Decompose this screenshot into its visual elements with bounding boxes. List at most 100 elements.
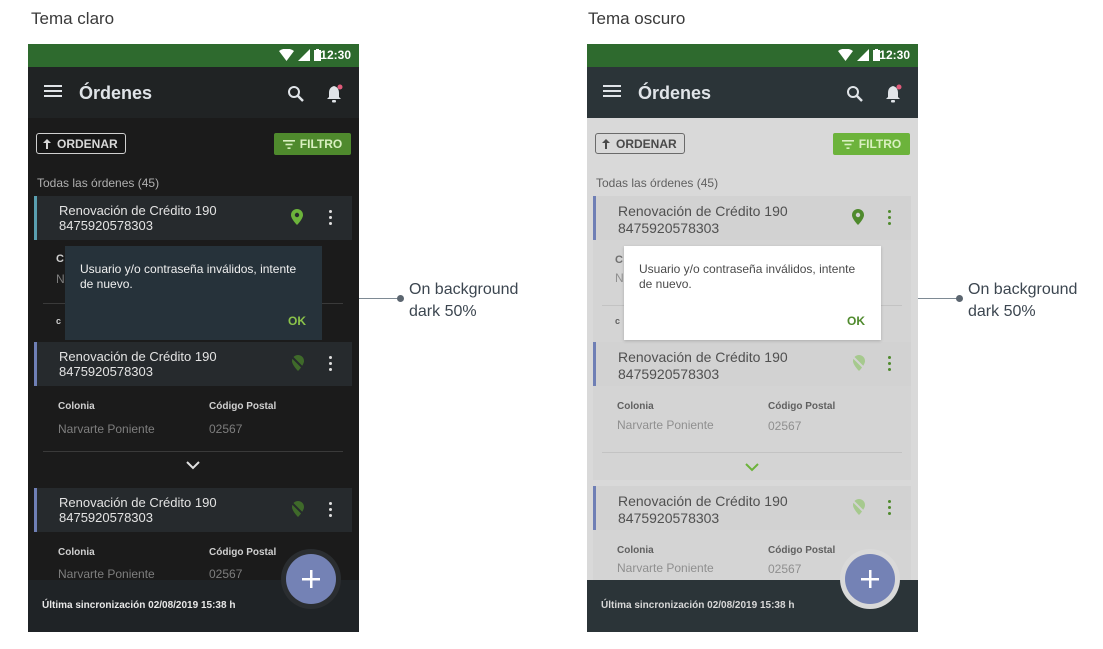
annotation-line-2: dark 50%	[968, 303, 1036, 320]
wifi-icon	[279, 49, 294, 61]
annotation-line-2: dark 50%	[409, 303, 477, 320]
filter-icon	[282, 139, 295, 149]
notification-bell-icon[interactable]	[325, 84, 345, 104]
postal-code-value: 02567	[768, 562, 802, 576]
phone-left: 12:30 Órdenes ORDENAR FILTRO Todas las ó…	[28, 44, 359, 632]
colonia-label: Colonia	[58, 547, 95, 558]
card-header[interactable]: Renovación de Crédito 190 8475920578303	[593, 196, 911, 240]
postal-code-label: Código Postal	[209, 401, 277, 412]
chevron-down-icon[interactable]	[745, 463, 759, 472]
order-number: 8475920578303	[618, 510, 720, 526]
filter-label: FILTRO	[299, 137, 343, 151]
sort-button[interactable]: ORDENAR	[36, 133, 126, 154]
annotation-line	[359, 298, 400, 299]
sync-text: Última sincronización 02/08/2019 15:38 h	[601, 600, 795, 611]
add-button[interactable]	[286, 554, 336, 604]
app-bar: Órdenes	[587, 67, 918, 118]
location-off-icon[interactable]	[852, 499, 866, 515]
more-vert-icon[interactable]	[329, 356, 332, 371]
location-off-icon[interactable]	[291, 501, 305, 517]
card-footer-partial: c	[615, 316, 621, 326]
more-vert-icon[interactable]	[888, 356, 891, 371]
card-title: Renovación de Crédito 190 8475920578303	[618, 493, 788, 527]
location-off-icon[interactable]	[852, 355, 866, 371]
menu-icon[interactable]	[603, 84, 621, 98]
search-icon[interactable]	[287, 85, 305, 103]
colonia-label: Colonia	[617, 401, 654, 412]
order-number: 8475920578303	[59, 510, 153, 525]
order-number: 8475920578303	[618, 220, 720, 236]
order-card[interactable]: Renovación de Crédito 190 8475920578303 …	[593, 342, 911, 480]
sort-button[interactable]: ORDENAR	[595, 133, 685, 154]
order-title: Renovación de Crédito 190	[59, 349, 217, 364]
field-label-partial: C	[56, 253, 64, 265]
search-icon[interactable]	[846, 85, 864, 103]
sort-label: ORDENAR	[616, 136, 677, 151]
card-title: Renovación de Crédito 190 8475920578303	[618, 349, 788, 383]
annotation-line-1: On background	[968, 281, 1078, 298]
card-footer-partial: c	[56, 316, 62, 326]
dialog-ok-button[interactable]: OK	[847, 314, 865, 328]
caption-left: Tema claro	[31, 9, 115, 28]
add-icon	[861, 570, 879, 588]
status-time: 12:30	[879, 48, 910, 62]
colonia-value: Narvarte Poniente	[617, 418, 714, 432]
more-vert-icon[interactable]	[888, 500, 891, 515]
dialog-message: Usuario y/o contraseña inválidos, intent…	[639, 262, 856, 291]
phone-right: 12:30 Órdenes ORDENAR FILTRO Todas las ó…	[587, 44, 918, 632]
dialog-ok-button[interactable]: OK	[288, 314, 306, 328]
status-time: 12:30	[320, 48, 351, 62]
filter-button[interactable]: FILTRO	[833, 133, 910, 155]
order-title: Renovación de Crédito 190	[618, 349, 788, 365]
chevron-down-icon[interactable]	[186, 461, 200, 470]
filter-button[interactable]: FILTRO	[274, 133, 351, 155]
more-vert-icon[interactable]	[329, 210, 332, 225]
sort-label: ORDENAR	[57, 136, 118, 151]
divider	[43, 451, 343, 452]
card-title: Renovación de Crédito 190 8475920578303	[59, 349, 217, 379]
signal-icon	[857, 49, 869, 61]
annotation-dot	[956, 295, 963, 302]
card-header[interactable]: Renovación de Crédito 190 8475920578303	[34, 196, 352, 240]
annotation-text: On background dark 50%	[968, 279, 1077, 323]
postal-code-value: 02567	[768, 419, 802, 433]
location-off-icon[interactable]	[291, 355, 305, 371]
error-dialog: Usuario y/o contraseña inválidos, intent…	[624, 246, 881, 340]
error-dialog: Usuario y/o contraseña inválidos, intent…	[65, 246, 322, 340]
location-pin-icon[interactable]	[852, 209, 864, 225]
location-pin-icon[interactable]	[291, 209, 303, 225]
section-label: Todas las órdenes (45)	[37, 176, 160, 190]
postal-code-label: Código Postal	[768, 545, 836, 556]
colonia-label: Colonia	[617, 545, 654, 556]
annotation-line-1: On background	[409, 281, 519, 298]
order-number: 8475920578303	[59, 218, 153, 233]
postal-code-label: Código Postal	[209, 547, 277, 558]
wifi-icon	[838, 49, 853, 61]
sync-text: Última sincronización 02/08/2019 15:38 h	[42, 600, 236, 611]
annotation-dot	[397, 295, 404, 302]
page-title: Órdenes	[638, 83, 712, 103]
add-button[interactable]	[845, 554, 895, 604]
card-title: Renovación de Crédito 190 8475920578303	[59, 495, 217, 525]
card-header[interactable]: Renovación de Crédito 190 8475920578303	[593, 486, 911, 530]
section-label: Todas las órdenes (45)	[596, 176, 719, 190]
more-vert-icon[interactable]	[888, 210, 891, 225]
annotation-text: On background dark 50%	[409, 279, 518, 323]
postal-code-value: 02567	[209, 422, 243, 436]
colonia-value: Narvarte Poniente	[58, 422, 155, 436]
more-vert-icon[interactable]	[329, 502, 332, 517]
filter-icon	[841, 139, 854, 149]
arrow-up-icon	[43, 138, 51, 149]
order-title: Renovación de Crédito 190	[59, 203, 217, 218]
menu-icon[interactable]	[44, 84, 62, 98]
card-title: Renovación de Crédito 190 8475920578303	[59, 203, 217, 233]
card-header[interactable]: Renovación de Crédito 190 8475920578303	[593, 342, 911, 386]
card-title: Renovación de Crédito 190 8475920578303	[618, 203, 788, 237]
postal-code-label: Código Postal	[768, 401, 836, 412]
card-header[interactable]: Renovación de Crédito 190 8475920578303	[34, 342, 352, 386]
order-card[interactable]: Renovación de Crédito 190 8475920578303 …	[34, 342, 352, 488]
notification-bell-icon[interactable]	[884, 84, 904, 104]
card-header[interactable]: Renovación de Crédito 190 8475920578303	[34, 488, 352, 532]
add-icon	[302, 570, 320, 588]
status-bar: 12:30	[28, 44, 359, 67]
